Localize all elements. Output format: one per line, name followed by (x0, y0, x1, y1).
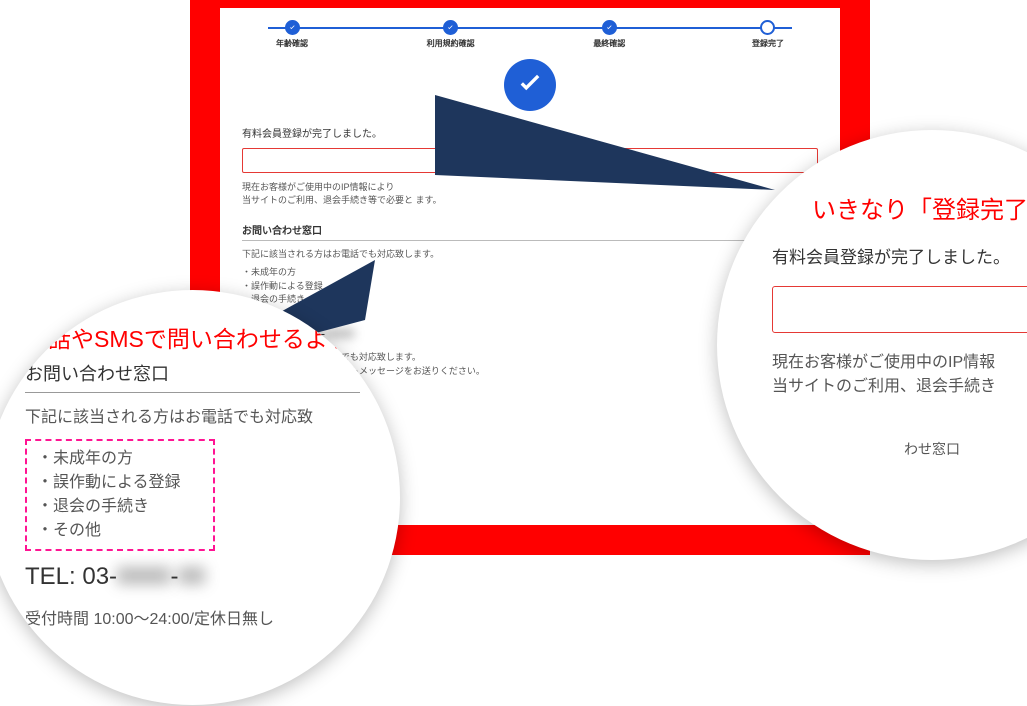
tel-label: TEL: 03- (25, 563, 117, 590)
contact-heading: お問い合わせ窓口 (25, 360, 360, 393)
list-item: 退会の手続き (37, 495, 203, 519)
tel-dash: - (170, 563, 178, 590)
zoom-content: 有料会員登録が完了しました。 お客様 現在お客様がご使用中のIP情報 当サイトの… (772, 243, 1027, 459)
list-item: その他 (37, 519, 203, 543)
ip-info-text: 現在お客様がご使用中のIP情報 当サイトのご利用、退会手続き (772, 351, 1027, 399)
contact-subtext: 下記に該当される方はお電話でも対応致 (25, 403, 360, 427)
zoom-bubble-contact: 電話やSMSで問い合わせるよう誘導 お問い合わせ窓口 下記に該当される方はお電話… (0, 290, 400, 705)
list-item: 誤作動による登録 (37, 471, 203, 495)
tel-masked: 0000 (117, 563, 170, 591)
ip-line: 現在お客様がご使用中のIP情報により (242, 182, 394, 192)
business-hours: 受付時間 10:00～24:00/定休日無し (25, 605, 360, 629)
step-label: 年齢確認 (276, 38, 308, 49)
step-complete: 登録完了 (728, 20, 808, 49)
step-label: 登録完了 (752, 38, 784, 49)
step-label: 利用規約確認 (427, 38, 475, 49)
check-icon (443, 20, 458, 35)
highlighted-list-box: 未成年の方 誤作動による登録 退会の手続き その他 (25, 439, 215, 551)
tel-number: TEL: 03-0000-00 (25, 563, 360, 591)
check-icon (285, 20, 300, 35)
contact-subtext: 下記に該当される方はお電話でも対応致します。 (242, 247, 818, 260)
registered-message: 有料会員登録が完了しました。 (772, 243, 1027, 268)
annotation-caption: いきなり「登録完了」 (812, 190, 1027, 225)
check-icon (602, 20, 617, 35)
progress-steps: 年齢確認 利用規約確認 最終確認 登録完了 (252, 20, 808, 49)
faint-heading: わせ窓口 (772, 439, 1027, 459)
step-label: 最終確認 (593, 38, 625, 49)
ip-line-a: 現在お客様がご使用中のIP情報 (772, 354, 995, 371)
ip-line-b: 当サイトのご利用、退会手続き (772, 378, 996, 395)
customer-id-box: お客様 (772, 286, 1027, 333)
contact-bullet-list: 未成年の方 誤作動による登録 退会の手続き その他 (37, 447, 203, 543)
tel-masked: 00 (178, 563, 205, 591)
list-item: 未成年の方 (37, 447, 203, 471)
ip-line: 当サイトのご利用、退会手続き等で必要と (242, 195, 413, 205)
step-terms: 利用規約確認 (411, 20, 491, 49)
step-age: 年齢確認 (252, 20, 332, 49)
step-circle-incomplete (760, 20, 775, 35)
contact-heading: お問い合わせ窓口 (242, 222, 818, 241)
step-confirm: 最終確認 (569, 20, 649, 49)
